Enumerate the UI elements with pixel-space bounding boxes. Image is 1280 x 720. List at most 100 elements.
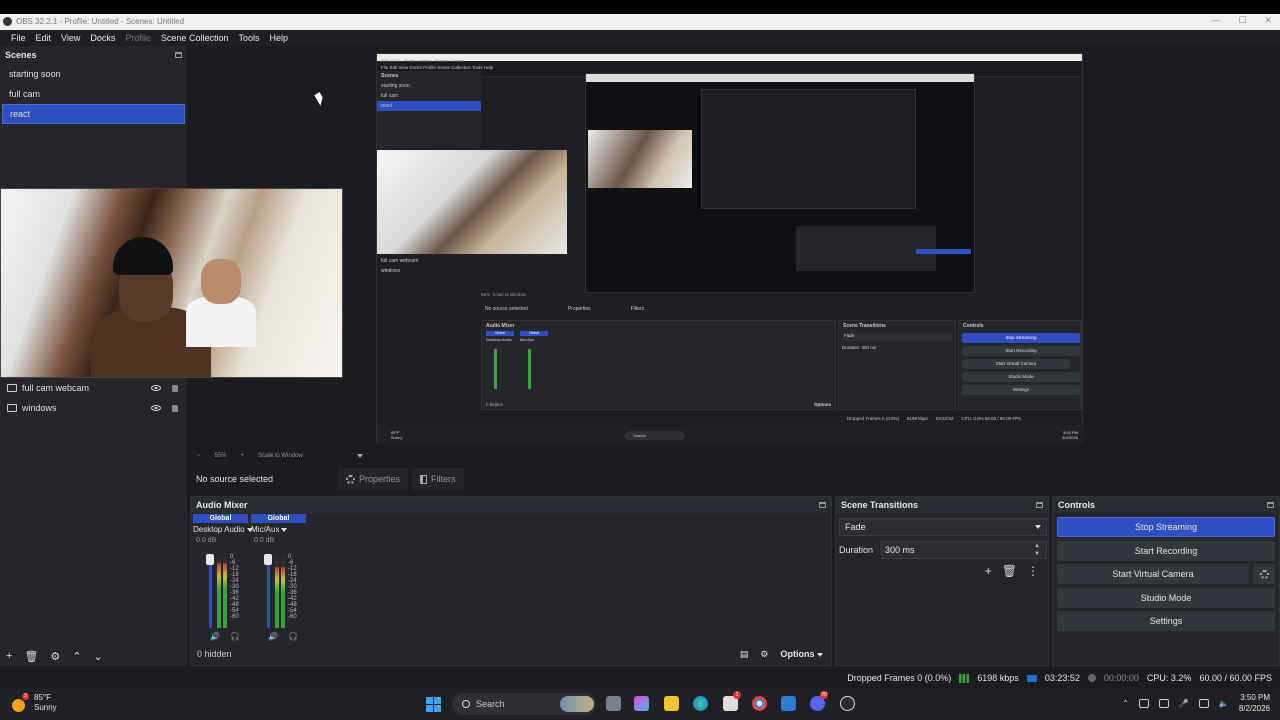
- headphones-icon[interactable]: 🎧: [230, 632, 240, 641]
- remove-transition-icon[interactable]: 🗑: [1002, 564, 1017, 578]
- lock-icon[interactable]: [172, 384, 178, 392]
- captured-time: 03:23:52: [935, 416, 954, 421]
- file-explorer-icon[interactable]: [664, 696, 679, 711]
- photos-icon[interactable]: [781, 696, 796, 711]
- captured-date: 8/2/2026: [1062, 435, 1078, 440]
- chevron-up-icon[interactable]: ⌃: [1122, 699, 1129, 708]
- studio-mode-button[interactable]: Studio Mode: [1057, 588, 1275, 608]
- visibility-eye-icon[interactable]: [151, 385, 161, 391]
- battery-icon[interactable]: [1158, 698, 1169, 708]
- speaker-icon[interactable]: 🔊: [268, 632, 278, 641]
- duration-input[interactable]: 300 ms ▲ ▼: [881, 541, 1047, 559]
- captured-settings: Settings: [962, 385, 1080, 395]
- add-transition-icon[interactable]: +: [985, 564, 992, 578]
- captured-nested-webcam: [588, 130, 692, 188]
- menu-profile[interactable]: Profile: [120, 33, 156, 43]
- scene-item-starting-soon[interactable]: starting soon: [2, 64, 185, 84]
- filters-button[interactable]: Filters: [412, 468, 464, 490]
- add-source-icon[interactable]: +: [6, 650, 12, 662]
- microphone-icon[interactable]: 🎤: [1179, 699, 1189, 708]
- weather-widget[interactable]: 3 85°F Sunny: [12, 693, 57, 713]
- cloud-icon[interactable]: [1138, 698, 1149, 708]
- undock-icon[interactable]: [1036, 502, 1043, 508]
- obs-logo-icon: [3, 17, 12, 26]
- level-meter: [223, 556, 227, 628]
- obs-icon[interactable]: [840, 696, 855, 711]
- webcam-person2-head: [201, 259, 241, 304]
- menu-scene-collection[interactable]: Scene Collection: [156, 33, 234, 43]
- undock-icon[interactable]: [819, 502, 826, 508]
- volume-icon[interactable]: 🔈: [1219, 699, 1229, 708]
- menu-edit[interactable]: Edit: [31, 33, 57, 43]
- dropped-frames: Dropped Frames 0 (0.0%): [847, 673, 952, 683]
- meter-fill: [275, 566, 279, 628]
- scene-item-react[interactable]: react: [2, 104, 185, 124]
- source-item-windows[interactable]: windows: [0, 398, 187, 418]
- chevron-down-icon[interactable]: [281, 527, 288, 532]
- network-icon[interactable]: [1198, 698, 1209, 708]
- captured-global: Global: [486, 331, 514, 336]
- captured-hidden: 0 hidden: [486, 402, 504, 407]
- volume-slider-handle[interactable]: [206, 554, 214, 565]
- clock-time: 3:50 PM: [1240, 693, 1270, 702]
- close-button[interactable]: ✕: [1264, 15, 1272, 26]
- chevron-down-icon[interactable]: [356, 454, 363, 458]
- bitrate: 6198 kbps: [977, 673, 1019, 683]
- copilot-icon[interactable]: [634, 696, 649, 711]
- undock-icon[interactable]: [175, 52, 182, 58]
- chrome-icon[interactable]: [752, 696, 767, 711]
- settings-button[interactable]: Settings: [1057, 611, 1275, 631]
- volume-slider-handle[interactable]: [264, 554, 272, 565]
- move-up-icon[interactable]: ⌃: [72, 650, 81, 663]
- undock-icon[interactable]: [1267, 502, 1274, 508]
- speaker-icon[interactable]: 🔊: [210, 632, 220, 641]
- move-down-icon[interactable]: ⌄: [94, 650, 103, 663]
- visibility-eye-icon[interactable]: [151, 405, 161, 411]
- properties-button[interactable]: Properties: [338, 468, 409, 490]
- start-virtual-camera-button[interactable]: Start Virtual Camera: [1057, 564, 1249, 584]
- volume-db: 0.0 dB: [254, 537, 275, 544]
- source-settings-icon[interactable]: ⚙: [50, 650, 60, 663]
- stream-icon: [1026, 674, 1037, 682]
- scale-mode-select[interactable]: Scale to Window: [258, 453, 303, 459]
- duration-spinner[interactable]: ▲ ▼: [1034, 542, 1040, 558]
- taskbar-search[interactable]: Search: [452, 693, 596, 715]
- menu-help[interactable]: Help: [264, 33, 293, 43]
- zoom-in-button[interactable]: +: [241, 453, 245, 459]
- stream-time: 03:23:52: [1044, 673, 1080, 683]
- menu-docks[interactable]: Docks: [85, 33, 120, 43]
- transition-select[interactable]: Fade: [839, 518, 1047, 536]
- transition-buttons: + 🗑 ⋮: [985, 564, 1039, 578]
- stop-streaming-button[interactable]: Stop Streaming: [1057, 517, 1275, 537]
- captured-nested-titlebar: [586, 74, 974, 82]
- remove-source-icon[interactable]: 🗑: [24, 650, 38, 663]
- captured-source: full cam webcam: [381, 258, 419, 264]
- scene-item-full-cam[interactable]: full cam: [2, 84, 185, 104]
- windows-start-icon[interactable]: [426, 697, 441, 712]
- menu-view[interactable]: View: [56, 33, 85, 43]
- menu-file[interactable]: File: [6, 33, 31, 43]
- captured-menu: File Edit View Docks Profile Scene Colle…: [381, 65, 494, 70]
- zoom-out-button[interactable]: −: [197, 453, 201, 459]
- meter-fill: [281, 566, 285, 628]
- lock-icon[interactable]: [172, 404, 178, 412]
- virtual-camera-settings-button[interactable]: [1253, 564, 1275, 584]
- headphones-icon[interactable]: 🎧: [288, 632, 298, 641]
- volume-slider-track[interactable]: [267, 556, 270, 628]
- edge-icon[interactable]: [693, 696, 708, 711]
- more-options-icon[interactable]: ⋮: [1027, 564, 1039, 578]
- gear-icon: [346, 474, 355, 484]
- maximize-button[interactable]: ☐: [1238, 15, 1246, 26]
- source-item-full-cam-webcam[interactable]: full cam webcam: [0, 378, 187, 398]
- advanced-audio-icon[interactable]: ⚙: [760, 649, 768, 660]
- minimize-button[interactable]: —: [1211, 15, 1220, 26]
- task-view-icon[interactable]: [606, 696, 621, 711]
- options-button[interactable]: Options: [780, 649, 823, 659]
- layout-icon[interactable]: ▤: [740, 649, 749, 660]
- captured-scenes-title: Scenes: [381, 73, 399, 79]
- volume-slider-track[interactable]: [209, 556, 212, 628]
- menu-tools[interactable]: Tools: [233, 33, 264, 43]
- captured-scene: starting soon: [381, 83, 410, 89]
- start-recording-button[interactable]: Start Recording: [1057, 541, 1275, 561]
- clock[interactable]: 3:50 PM 8/2/2026: [1239, 692, 1270, 714]
